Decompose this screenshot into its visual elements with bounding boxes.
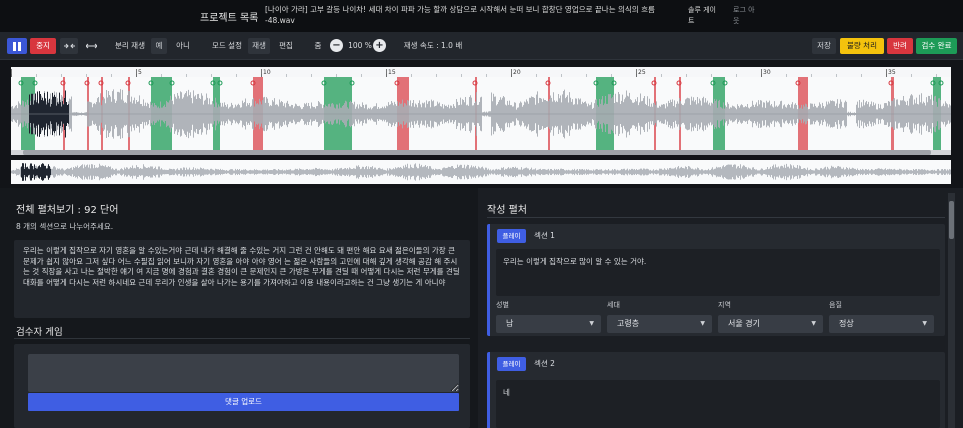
- scrollbar-thumb[interactable]: [23, 150, 931, 155]
- gender-select[interactable]: 남 ▼: [496, 315, 601, 333]
- editor-heading: 작성 펼처: [487, 205, 527, 216]
- ruler-tick-label: 20: [513, 69, 521, 76]
- editor-scrollbar[interactable]: [948, 193, 955, 428]
- pause-icon: [13, 41, 21, 51]
- section-editor-panel: 작성 펼처 플레이 섹션 1 우리는 이렇게 집작으로 많이 알 수 있는 거야…: [478, 188, 963, 428]
- app-header: 프로젝트 목록 [나이아 가라] 고부 갈등 나이차! 세대 차이 파파 가능 …: [0, 0, 963, 32]
- editor-scrollbar-thumb[interactable]: [949, 201, 954, 239]
- zoom-value: 100 %: [348, 41, 372, 50]
- zoom-label: 줌: [314, 41, 322, 50]
- save-button[interactable]: 저장: [812, 38, 836, 54]
- section-play-button[interactable]: 플레이: [497, 229, 526, 243]
- section-text-input[interactable]: 우리는 이렇게 집작으로 많이 알 수 있는 거야.: [496, 249, 940, 296]
- ruler-tick-label: 10: [263, 69, 271, 76]
- project-list-link[interactable]: 프로젝트 목록: [200, 9, 258, 24]
- reviewer-heading: 검수자 게임: [16, 327, 63, 338]
- caret-down-icon: ▼: [700, 320, 705, 327]
- quality-value: 정상: [839, 319, 854, 328]
- ruler-tick-label: 15: [388, 69, 396, 76]
- comment-box: 댓글 업로드: [14, 344, 470, 428]
- transcript-instruction: 8 개의 섹션으로 나누어주세요.: [16, 222, 114, 231]
- logout-link[interactable]: 로그 아 웃: [733, 5, 763, 27]
- arrows-out-icon: [84, 43, 98, 49]
- skip-back-button[interactable]: [60, 38, 78, 54]
- ruler-tick-label: 5: [138, 69, 142, 76]
- section-name: 섹션 1: [534, 231, 555, 240]
- playback-speed: 재생 속도 : 1.0 배: [403, 41, 463, 50]
- region-label: 지역: [718, 301, 731, 309]
- section-text-input[interactable]: 네: [496, 380, 940, 428]
- full-transcript-panel: 전체 펼처보기 : 92 단어 8 개의 섹션으로 나누어주세요. 우리는 이렇…: [0, 188, 478, 428]
- comment-input[interactable]: [28, 354, 459, 392]
- caret-down-icon: ▼: [589, 320, 594, 327]
- section-play-button[interactable]: 플레이: [497, 357, 526, 371]
- arrows-in-icon: [63, 43, 75, 49]
- reject-button[interactable]: 반려: [887, 38, 913, 54]
- ruler-tick-label: 30: [763, 69, 771, 76]
- file-name: [나이아 가라] 고부 갈등 나이차! 세대 차이 파파 가능 할까 상담으로 …: [265, 5, 655, 25]
- review-complete-button[interactable]: 검수 완료: [916, 38, 957, 54]
- bulk-process-button[interactable]: 불량 처리: [840, 38, 884, 54]
- ruler-tick-label: 25: [638, 69, 646, 76]
- full-transcript-text: 우리는 이렇게 집작으로 자기 영혼을 알 수있는거야 근데 내가 해결해 줄 …: [14, 240, 470, 318]
- generation-label: 세대: [607, 301, 620, 309]
- loop-label: 분리 재생: [115, 41, 145, 50]
- comment-upload-button[interactable]: 댓글 업로드: [28, 393, 459, 411]
- caret-down-icon: ▼: [811, 320, 816, 327]
- section-card: 플레이 섹션 1 우리는 이렇게 집작으로 많이 알 수 있는 거야. 성별 세…: [487, 224, 945, 336]
- pause-button[interactable]: [7, 38, 27, 54]
- zoom-out-button[interactable]: −: [330, 39, 343, 52]
- section-card: 플레이 섹션 2 네: [487, 352, 945, 428]
- loop-no-button[interactable]: 아니: [172, 38, 194, 54]
- gender-value: 남: [506, 319, 514, 328]
- waveform-scrollbar[interactable]: [11, 150, 951, 155]
- mode-label: 모드 설정: [212, 41, 242, 50]
- loop-yes-button[interactable]: 예: [151, 38, 167, 54]
- divider: [14, 338, 470, 339]
- waveform-canvas: [11, 77, 951, 151]
- mode-edit-button[interactable]: 편집: [275, 38, 297, 54]
- user-name: 솔루 게이 트: [688, 6, 716, 25]
- generation-select[interactable]: 고령층 ▼: [607, 315, 712, 333]
- region-select[interactable]: 서울 경기 ▼: [718, 315, 823, 333]
- generation-value: 고령층: [617, 319, 640, 328]
- transcript-heading: 전체 펼처보기 : 92 단어: [16, 205, 119, 216]
- gender-label: 성별: [496, 301, 509, 309]
- region-value: 서울 경기: [728, 319, 760, 328]
- overview-waveform[interactable]: [11, 160, 951, 184]
- audio-toolbar: 중지 분리 재생 예 아니 모드 설정 재생 편집 줌 − 100 % + 재생…: [0, 32, 963, 60]
- stop-button[interactable]: 중지: [30, 38, 56, 54]
- quality-label: 음질: [829, 301, 842, 309]
- zoom-in-button[interactable]: +: [373, 39, 386, 52]
- skip-forward-button[interactable]: [82, 38, 100, 54]
- quality-select[interactable]: 정상 ▼: [829, 315, 934, 333]
- main-waveform[interactable]: [11, 77, 951, 151]
- ruler-ticks: 5 10 15 20 25 30 35: [11, 69, 937, 77]
- timeline-ruler[interactable]: 5 10 15 20 25 30 35: [11, 67, 951, 77]
- mode-play-button[interactable]: 재생: [248, 38, 270, 54]
- overview-canvas: [11, 163, 951, 181]
- ruler-tick-label: 35: [888, 69, 896, 76]
- divider: [487, 217, 945, 218]
- section-name: 섹션 2: [534, 359, 555, 368]
- caret-down-icon: ▼: [922, 320, 927, 327]
